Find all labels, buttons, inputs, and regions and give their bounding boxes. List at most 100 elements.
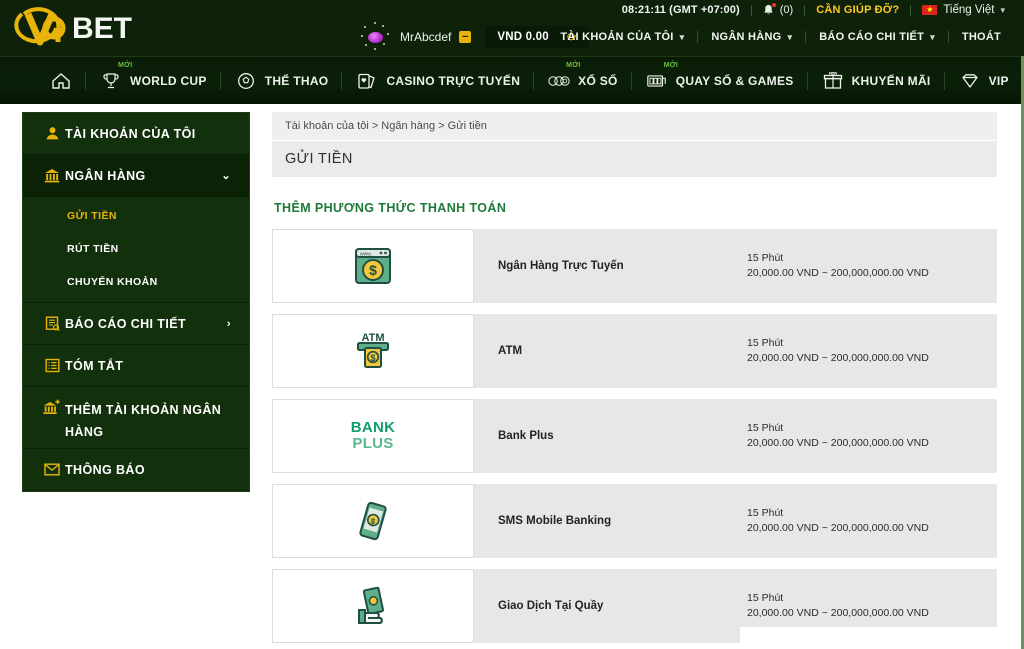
- topnav-item-reports[interactable]: BÁO CÁO CHI TIẾT ▾: [806, 31, 948, 43]
- cash-hand-icon: [350, 583, 396, 629]
- username-label: MrAbcdef: [400, 30, 451, 44]
- payment-name: ATM: [474, 314, 747, 388]
- topnav-label: THOÁT: [962, 31, 1001, 43]
- payment-meta: 15 Phút 20,000.00 VND ~ 200,000,000.00 V…: [747, 399, 997, 473]
- payment-name: SMS Mobile Banking: [474, 484, 747, 558]
- chevron-down-icon: ▾: [930, 32, 935, 43]
- payment-method-list: www. $ Ngân Hàng Trực Tuyến 15 Phút 20,0…: [272, 229, 997, 643]
- page-title: GỬI TIỀN: [272, 141, 997, 177]
- payment-method-row[interactable]: BANK PLUS Bank Plus 15 Phút 20,000.00 VN…: [272, 399, 997, 473]
- diamond-icon: [959, 72, 981, 90]
- v9bet-logo-icon: BET: [14, 6, 164, 50]
- payment-method-row[interactable]: www. $ Ngân Hàng Trực Tuyến 15 Phút 20,0…: [272, 229, 997, 303]
- payment-logo: www. $: [272, 229, 474, 303]
- topnav-item-logout[interactable]: THOÁT: [949, 31, 1014, 43]
- nav-item-live-casino[interactable]: CASINO TRỰC TUYẾN: [342, 57, 534, 105]
- payment-logo: [272, 569, 474, 643]
- payment-limit: 20,000.00 VND ~ 200,000,000.00 VND: [747, 436, 989, 451]
- payment-name: Bank Plus: [474, 399, 747, 473]
- payment-duration: 15 Phút: [747, 421, 989, 436]
- avatar-core: [368, 32, 383, 43]
- home-icon: [50, 72, 72, 90]
- main-nav: MỚI WORLD CUP THỂ THAO CASINO TRỰC TUYẾN…: [0, 56, 1024, 104]
- sidebar-item-banking[interactable]: NGÂN HÀNG ⌄: [23, 155, 249, 197]
- nav-item-lottery[interactable]: MỚI XỔ SỐ: [534, 57, 632, 105]
- sidebar-label: THÔNG BÁO: [65, 463, 233, 477]
- topnav-label: NGÂN HÀNG: [711, 31, 781, 43]
- report-icon: [39, 316, 65, 331]
- section-title: THÊM PHƯƠNG THỨC THANH TOÁN: [272, 201, 997, 215]
- svg-text:www.: www.: [360, 252, 372, 258]
- payment-meta: 15 Phút 20,000.00 VND ~ 200,000,000.00 V…: [747, 229, 997, 303]
- notifications-button[interactable]: (0): [752, 4, 804, 16]
- envelope-icon: [39, 463, 65, 476]
- sidebar: TÀI KHOẢN CỦA TÔI NGÂN HÀNG ⌄ GỬI TIỀN R…: [22, 112, 250, 492]
- sidebar-submenu: GỬI TIỀN RÚT TIỀN CHUYỂN KHOẢN: [23, 197, 249, 303]
- language-label: Tiếng Việt: [943, 4, 994, 16]
- sidebar-subitem-deposit[interactable]: GỬI TIỀN: [23, 199, 249, 232]
- sidebar-item-reports[interactable]: BÁO CÁO CHI TIẾT ›: [23, 303, 249, 345]
- nav-label: QUAY SỐ & GAMES: [676, 74, 794, 88]
- sidebar-item-summary[interactable]: TÓM TẮT: [23, 345, 249, 387]
- list-icon: [39, 358, 65, 373]
- payment-duration: 15 Phút: [747, 251, 989, 266]
- chevron-down-icon: ⌄: [221, 169, 231, 182]
- payment-meta: 15 Phút 20,000.00 VND ~ 200,000,000.00 V…: [747, 314, 997, 388]
- svg-text:$: $: [369, 262, 377, 278]
- payment-method-row[interactable]: ATM $ ATM 15 Phút 20,000.00 VND ~ 200,00…: [272, 314, 997, 388]
- topnav-item-my-account[interactable]: TÀI KHOẢN CỦA TÔI ▾: [547, 31, 697, 43]
- collapse-badge[interactable]: −: [459, 31, 471, 43]
- chevron-down-icon: ▾: [680, 32, 685, 43]
- online-banking-icon: www. $: [350, 243, 396, 289]
- bottom-white-strip: [740, 627, 1024, 649]
- sidebar-subitem-transfer[interactable]: CHUYỂN KHOẢN: [23, 265, 249, 298]
- payment-duration: 15 Phút: [747, 506, 989, 521]
- nav-label: WORLD CUP: [130, 74, 207, 88]
- sidebar-label: BÁO CÁO CHI TIẾT: [65, 317, 227, 331]
- playing-cards-icon: [356, 72, 378, 90]
- nav-item-world-cup[interactable]: MỚI WORLD CUP: [86, 57, 221, 105]
- nav-item-vip[interactable]: VIP: [945, 57, 1023, 105]
- payment-logo: ATM $: [272, 314, 474, 388]
- notification-dot: [772, 3, 776, 7]
- nav-item-home[interactable]: [36, 57, 86, 105]
- nav-item-promotions[interactable]: KHUYẾN MÃI: [808, 57, 945, 105]
- bankplus-line2: PLUS: [351, 436, 396, 452]
- topnav-label: BÁO CÁO CHI TIẾT: [819, 31, 924, 43]
- brand-logo[interactable]: BET: [14, 6, 164, 50]
- sidebar-subitem-withdraw[interactable]: RÚT TIỀN: [23, 232, 249, 265]
- sidebar-item-my-account[interactable]: TÀI KHOẢN CỦA TÔI: [23, 113, 249, 155]
- nav-label: XỔ SỐ: [578, 74, 618, 88]
- topnav-item-banking[interactable]: NGÂN HÀNG ▾: [698, 31, 805, 43]
- payment-name: Ngân Hàng Trực Tuyến: [474, 229, 747, 303]
- trophy-icon: [100, 72, 122, 90]
- top-header: BET 08:21:11 (GMT +07:00) (0) CẦN GIÚP Đ…: [0, 0, 1024, 56]
- bell-icon: [763, 4, 774, 16]
- atm-icon: ATM $: [350, 328, 396, 374]
- payment-limit: 20,000.00 VND ~ 200,000,000.00 VND: [747, 351, 989, 366]
- nav-item-sports[interactable]: THỂ THAO: [221, 57, 343, 105]
- sidebar-item-add-bank-account[interactable]: THÊM TÀI KHOẢN NGÂN HÀNG: [23, 387, 249, 449]
- payment-method-row[interactable]: $ SMS Mobile Banking 15 Phút 20,000.00 V…: [272, 484, 997, 558]
- language-selector[interactable]: ★ Tiếng Việt ▾: [911, 4, 1016, 16]
- new-badge: MỚI: [664, 62, 678, 69]
- mobile-banking-icon: $: [350, 498, 396, 544]
- payment-duration: 15 Phút: [747, 336, 989, 351]
- chevron-down-icon: ▾: [787, 32, 792, 43]
- help-link[interactable]: CẦN GIÚP ĐỠ?: [805, 4, 910, 16]
- vietnam-flag-icon: ★: [922, 5, 937, 15]
- utility-row: 08:21:11 (GMT +07:00) (0) CẦN GIÚP ĐỠ? ★…: [611, 0, 1016, 20]
- server-time: 08:21:11 (GMT +07:00): [611, 4, 751, 16]
- user-icon: [39, 126, 65, 141]
- sidebar-label: TÀI KHOẢN CỦA TÔI: [65, 127, 233, 141]
- avatar[interactable]: [360, 22, 390, 52]
- sidebar-item-notifications[interactable]: THÔNG BÁO: [23, 449, 249, 491]
- svg-text:$: $: [370, 353, 375, 363]
- payment-limit: 20,000.00 VND ~ 200,000,000.00 VND: [747, 521, 989, 536]
- payment-meta: 15 Phút 20,000.00 VND ~ 200,000,000.00 V…: [747, 484, 997, 558]
- payment-limit: 20,000.00 VND ~ 200,000,000.00 VND: [747, 606, 989, 621]
- nav-label: VIP: [989, 74, 1009, 88]
- nav-item-games[interactable]: MỚI QUAY SỐ & GAMES: [632, 57, 808, 105]
- bank-icon: [39, 168, 65, 183]
- payment-name: Giao Dịch Tại Quầy: [474, 569, 747, 643]
